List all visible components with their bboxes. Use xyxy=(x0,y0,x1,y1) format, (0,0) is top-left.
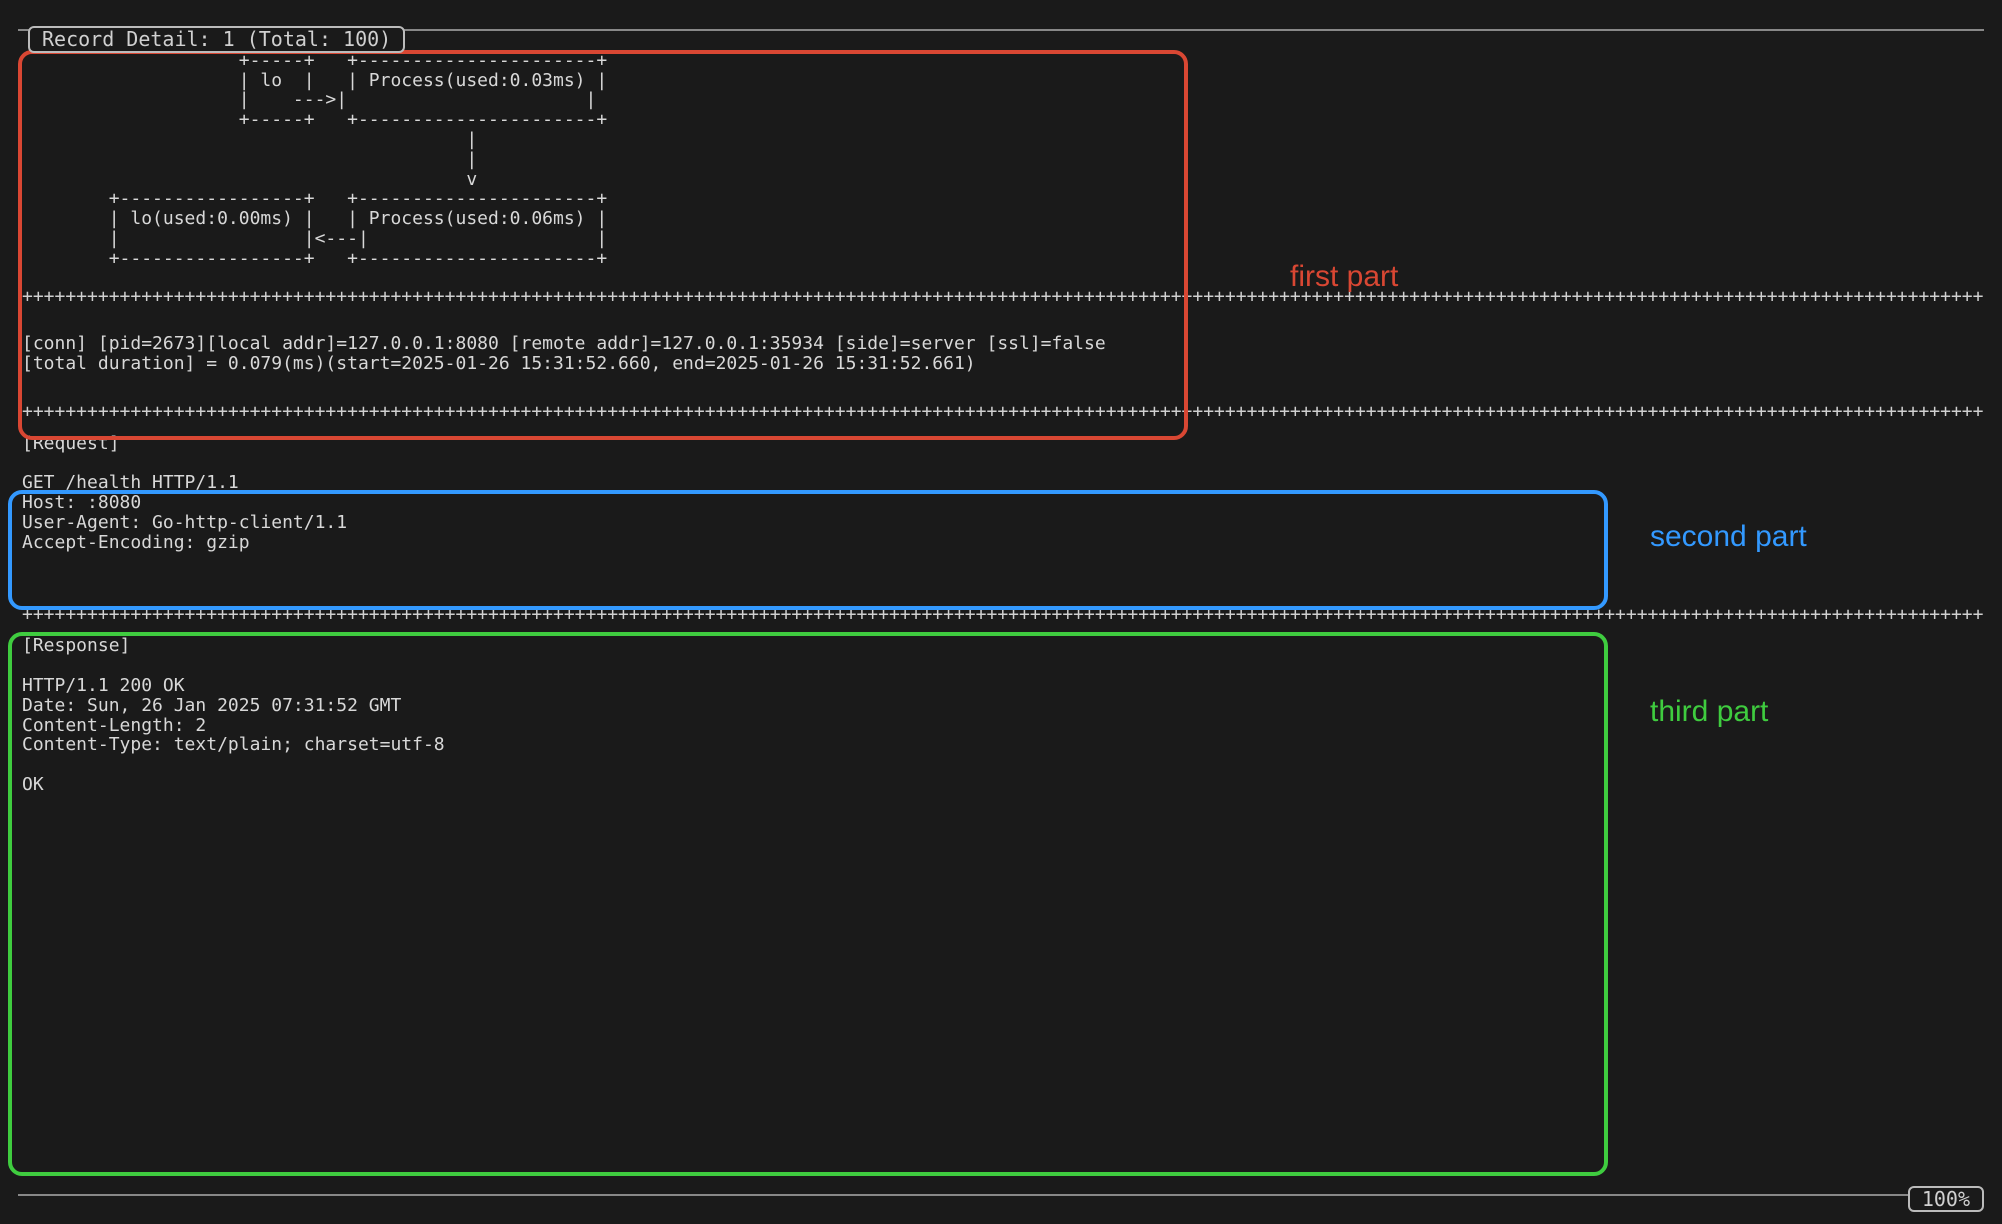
conn-line-2: [total duration] = 0.079(ms)(start=2025-… xyxy=(22,353,976,374)
conn-line-1: [conn] [pid=2673][local addr]=127.0.0.1:… xyxy=(22,333,1106,354)
separator-1: ++++++++++++++++++++++++++++++++++++++++… xyxy=(18,287,1984,307)
response-body: HTTP/1.1 200 OK Date: Sun, 26 Jan 2025 0… xyxy=(22,675,445,795)
flow-diagram: +-----+ +----------------------+ | lo | … xyxy=(18,51,1984,269)
separator-3: ++++++++++++++++++++++++++++++++++++++++… xyxy=(18,605,1984,625)
annotation-label-second: second part xyxy=(1650,520,1807,553)
scroll-percent-value: 100% xyxy=(1922,1187,1970,1211)
scroll-percent-badge: 100% xyxy=(1908,1186,1984,1212)
connection-info: [conn] [pid=2673][local addr]=127.0.0.1:… xyxy=(18,306,1984,402)
annotation-label-first: first part xyxy=(1290,260,1398,293)
separator-2: ++++++++++++++++++++++++++++++++++++++++… xyxy=(18,402,1984,422)
panel-title-box: Record Detail: 1 (Total: 100) xyxy=(28,26,405,53)
request-body: GET /health HTTP/1.1 Host: :8080 User-Ag… xyxy=(22,472,347,552)
panel-title: Record Detail: 1 (Total: 100) xyxy=(42,27,391,51)
response-label: [Response] xyxy=(22,635,130,656)
request-label: [Request] xyxy=(22,433,120,454)
bottom-divider xyxy=(18,1194,1984,1196)
annotation-label-third: third part xyxy=(1650,695,1768,728)
